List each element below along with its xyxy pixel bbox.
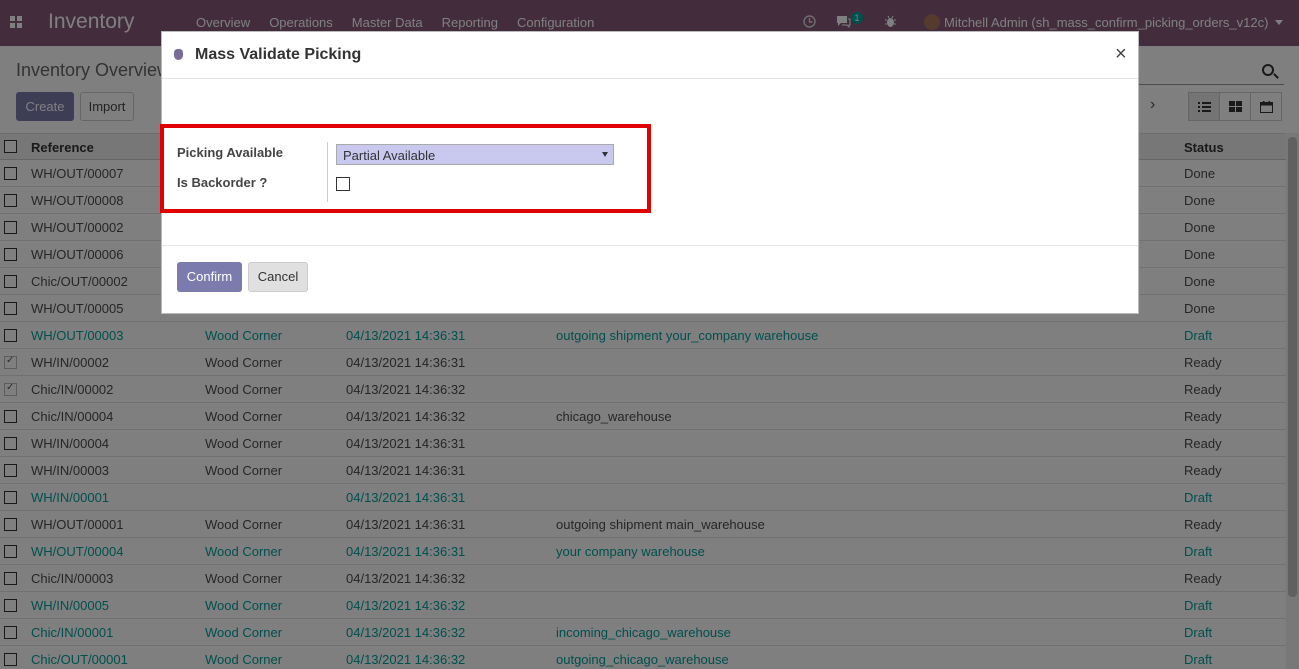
dialog-title: Mass Validate Picking [195,46,362,63]
cancel-button[interactable]: Cancel [248,262,308,292]
is-backorder-checkbox[interactable] [336,177,350,191]
confirm-button[interactable]: Confirm [177,262,242,292]
debug-bug-icon [174,49,183,60]
field-separator [327,142,328,202]
dialog-footer: Confirm Cancel [162,245,1138,313]
chevron-down-icon [602,152,608,157]
close-icon[interactable]: × [1115,43,1127,66]
picking-available-value: Partial Available [343,148,436,163]
dialog-header: Mass Validate Picking × [162,32,1138,79]
picking-available-label: Picking Available [177,145,283,160]
is-backorder-label: Is Backorder ? [177,175,268,190]
highlight-box [160,124,651,213]
picking-available-select[interactable]: Partial Available [336,144,614,165]
mass-validate-dialog: Mass Validate Picking × Picking Availabl… [160,31,1139,314]
